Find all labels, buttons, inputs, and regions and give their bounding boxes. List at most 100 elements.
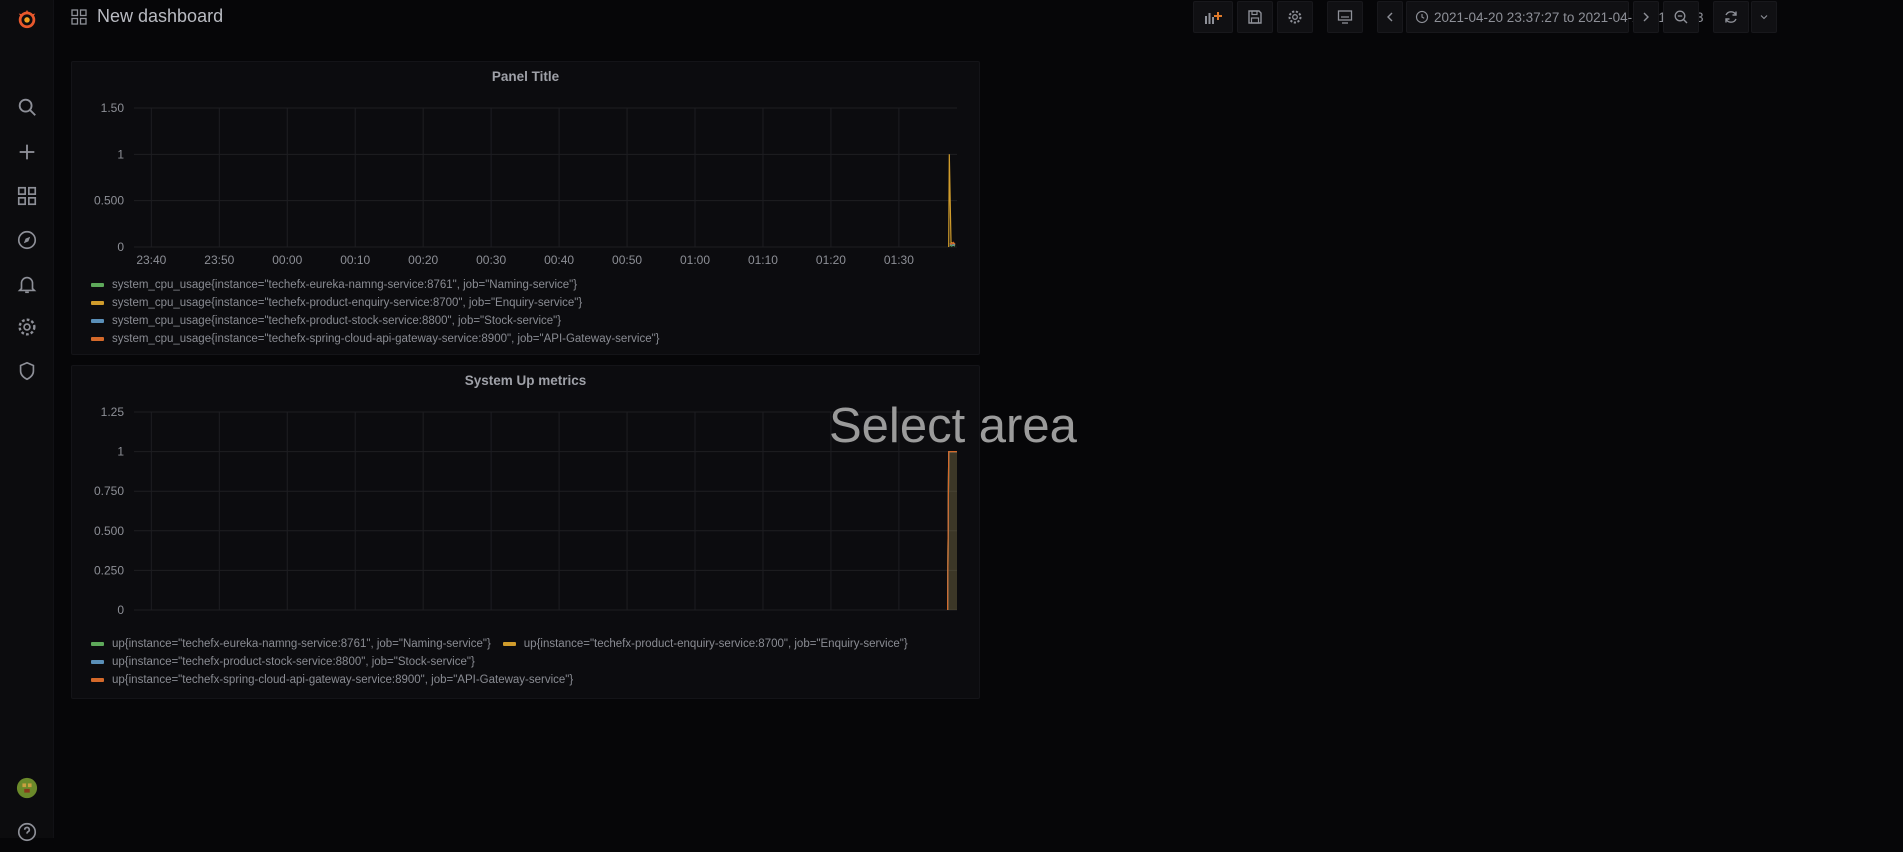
chevron-down-icon	[1760, 15, 1768, 20]
legend-row: up{instance="techefx-product-stock-servi…	[91, 653, 908, 671]
y-tick-label: 1	[117, 147, 124, 161]
legend-item[interactable]: up{instance="techefx-product-stock-servi…	[91, 653, 475, 671]
cpu-usage-chart[interactable]: 1.50 1 0.500 0 23:40 23:50 00:00 00:10 00:20 00:3…	[72, 62, 981, 272]
legend-item[interactable]: up{instance="techefx-eureka-namng-servic…	[91, 635, 491, 653]
x-tick-label: 00:50	[612, 253, 642, 267]
x-tick-label: 00:00	[272, 253, 302, 267]
legend-label: up{instance="techefx-eureka-namng-servic…	[112, 638, 491, 650]
time-shift-back-button[interactable]	[1377, 1, 1403, 33]
dashboard-settings-button[interactable]	[1277, 1, 1313, 33]
x-tick-label: 23:40	[136, 253, 166, 267]
sidebar-item-search[interactable]	[0, 87, 54, 127]
sidebar-item-create[interactable]	[0, 132, 54, 172]
legend-row: up{instance="techefx-eureka-namng-servic…	[91, 635, 908, 653]
bell-icon	[17, 276, 37, 294]
y-tick-label: 0	[117, 240, 124, 254]
legend-swatch	[91, 642, 104, 646]
legend-row: system_cpu_usage{instance="techefx-sprin…	[91, 330, 660, 348]
legend-swatch	[91, 337, 104, 341]
panel-cpu-usage[interactable]: Panel Title 1.50 1 0.500 0 23:40 23:50 00:00 00…	[71, 61, 980, 355]
x-tick-label: 01:00	[680, 253, 710, 267]
legend-item[interactable]: system_cpu_usage{instance="techefx-sprin…	[91, 330, 660, 348]
page-title: New dashboard	[97, 6, 224, 26]
plus-icon	[19, 144, 35, 160]
zoom-out-icon	[1674, 10, 1688, 24]
y-tick-label: 1	[117, 445, 124, 459]
add-panel-button[interactable]	[1193, 1, 1233, 33]
y-tick-label: 1.25	[101, 405, 125, 419]
gear-icon	[18, 318, 36, 336]
zoom-out-button[interactable]	[1663, 1, 1699, 33]
grafana-logo-icon	[18, 9, 36, 29]
time-range-picker[interactable]: 2021-04-20 23:37:27 to 2021-04-21 01:38:…	[1406, 1, 1724, 33]
sidebar-item-server-admin[interactable]	[0, 351, 54, 391]
save-dashboard-button[interactable]	[1237, 1, 1273, 33]
shield-icon	[19, 361, 35, 381]
legend-label: system_cpu_usage{instance="techefx-produ…	[112, 297, 583, 309]
legend-item[interactable]: system_cpu_usage{instance="techefx-eurek…	[91, 276, 577, 294]
x-tick-label: 01:30	[884, 253, 914, 267]
y-tick-label: 0.750	[94, 484, 124, 498]
legend-label: up{instance="techefx-product-enquiry-ser…	[523, 638, 908, 650]
monitor-icon	[1337, 10, 1353, 24]
legend-swatch	[91, 283, 104, 287]
x-tick-label: 00:30	[476, 253, 506, 267]
legend-label: up{instance="techefx-spring-cloud-api-ga…	[112, 674, 574, 686]
legend-row: system_cpu_usage{instance="techefx-produ…	[91, 312, 660, 330]
y-tick-label: 0.250	[94, 563, 124, 577]
refresh-icon	[1725, 11, 1737, 23]
time-shift-forward-button[interactable]	[1633, 1, 1659, 33]
legend-swatch	[502, 642, 516, 646]
sidebar-item-dashboards[interactable]	[0, 176, 54, 216]
sidebar	[0, 0, 54, 842]
cycle-view-mode-button[interactable]	[1327, 1, 1363, 33]
dashboard-title-link[interactable]: New dashboard	[71, 6, 223, 27]
x-tick-label: 01:20	[816, 253, 846, 267]
legend-row: system_cpu_usage{instance="techefx-produ…	[91, 294, 660, 312]
chevron-right-icon	[1643, 12, 1649, 22]
cpu-usage-legend: system_cpu_usage{instance="techefx-eurek…	[91, 276, 660, 348]
top-navbar: New dashboard 2021-04-20 23:37:27 to 202…	[54, 0, 1903, 36]
x-tick-label: 00:20	[408, 253, 438, 267]
dashboards-grid-icon	[71, 8, 87, 25]
x-tick-label: 23:50	[204, 253, 234, 267]
compass-icon	[17, 230, 37, 250]
legend-swatch	[91, 660, 104, 664]
legend-row: system_cpu_usage{instance="techefx-eurek…	[91, 276, 660, 294]
legend-label: up{instance="techefx-product-stock-servi…	[112, 656, 475, 668]
y-tick-label: 1.50	[101, 101, 125, 115]
legend-swatch	[91, 678, 104, 682]
user-avatar[interactable]	[0, 768, 54, 808]
chevron-left-icon	[1387, 12, 1393, 22]
legend-item[interactable]: system_cpu_usage{instance="techefx-produ…	[91, 294, 582, 312]
add-panel-icon	[1205, 12, 1222, 24]
y-tick-label: 0	[117, 603, 124, 616]
legend-row: up{instance="techefx-spring-cloud-api-ga…	[91, 671, 908, 689]
legend-item[interactable]: up{instance="techefx-spring-cloud-api-ga…	[91, 671, 573, 689]
refresh-interval-dropdown[interactable]	[1751, 1, 1777, 33]
save-icon	[1248, 10, 1262, 24]
y-tick-label: 0.500	[94, 194, 124, 208]
legend-item[interactable]: system_cpu_usage{instance="techefx-produ…	[91, 312, 561, 330]
x-tick-label: 00:40	[544, 253, 574, 267]
y-tick-label: 0.500	[94, 524, 124, 538]
grafana-logo[interactable]	[0, 0, 54, 38]
legend-swatch	[91, 301, 104, 305]
x-tick-label: 00:10	[340, 253, 370, 267]
refresh-button[interactable]	[1713, 1, 1749, 33]
sidebar-item-configuration[interactable]	[0, 307, 54, 347]
legend-item[interactable]: up{instance="techefx-product-enquiry-ser…	[502, 635, 908, 653]
sidebar-item-explore[interactable]	[0, 220, 54, 260]
dashboards-grid-icon	[17, 186, 37, 206]
avatar-icon	[16, 777, 38, 799]
sidebar-item-help[interactable]	[0, 812, 54, 852]
x-tick-label: 01:10	[748, 253, 778, 267]
select-area-overlay-text: Select area	[829, 399, 1077, 453]
legend-swatch	[91, 319, 104, 323]
sidebar-item-alerting[interactable]	[0, 264, 54, 304]
legend-label: system_cpu_usage{instance="techefx-produ…	[112, 315, 562, 327]
gear-icon	[1288, 10, 1302, 24]
clock-icon	[1415, 10, 1429, 24]
system-up-legend: up{instance="techefx-eureka-namng-servic…	[91, 635, 908, 689]
legend-label: system_cpu_usage{instance="techefx-eurek…	[112, 279, 578, 291]
